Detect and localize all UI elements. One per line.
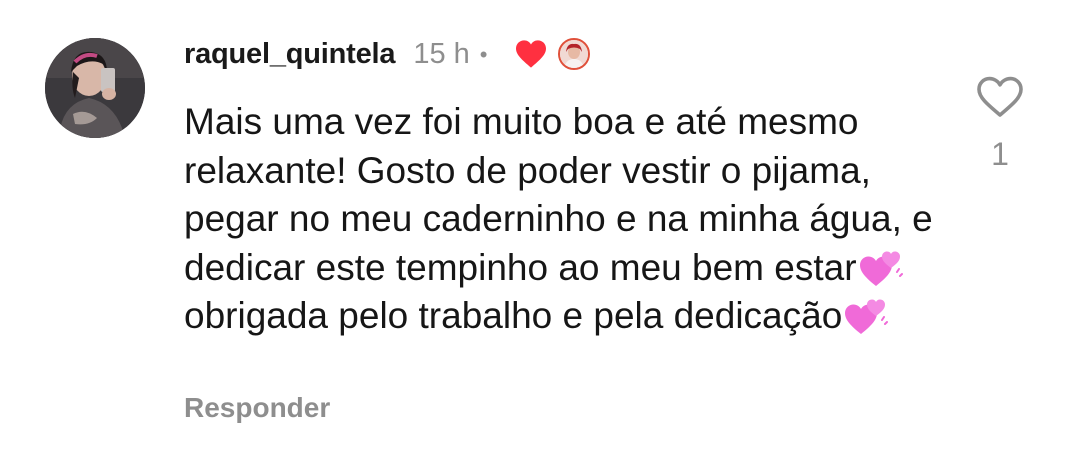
two-hearts-emoji bbox=[859, 251, 903, 286]
comment-text: Mais uma vez foi muito boa e até mesmo r… bbox=[184, 98, 944, 341]
username[interactable]: raquel_quintela bbox=[184, 38, 396, 71]
reply-button[interactable]: Responder bbox=[184, 392, 330, 424]
user-avatar[interactable] bbox=[45, 38, 145, 138]
timestamp: 15 h bbox=[413, 37, 470, 70]
heart-outline-icon[interactable] bbox=[976, 76, 1024, 118]
two-hearts-emoji bbox=[845, 299, 889, 335]
separator-dot: • bbox=[479, 42, 488, 67]
comment-header: raquel_quintela 15 h • bbox=[184, 34, 590, 74]
like-count: 1 bbox=[991, 136, 1009, 172]
heart-filled-icon bbox=[514, 39, 548, 69]
comment-text-part1: Mais uma vez foi muito boa e até mesmo r… bbox=[184, 101, 933, 288]
creator-avatar bbox=[557, 38, 590, 70]
comment-text-part2: obrigada pelo trabalho e pela dedicação bbox=[184, 295, 843, 337]
